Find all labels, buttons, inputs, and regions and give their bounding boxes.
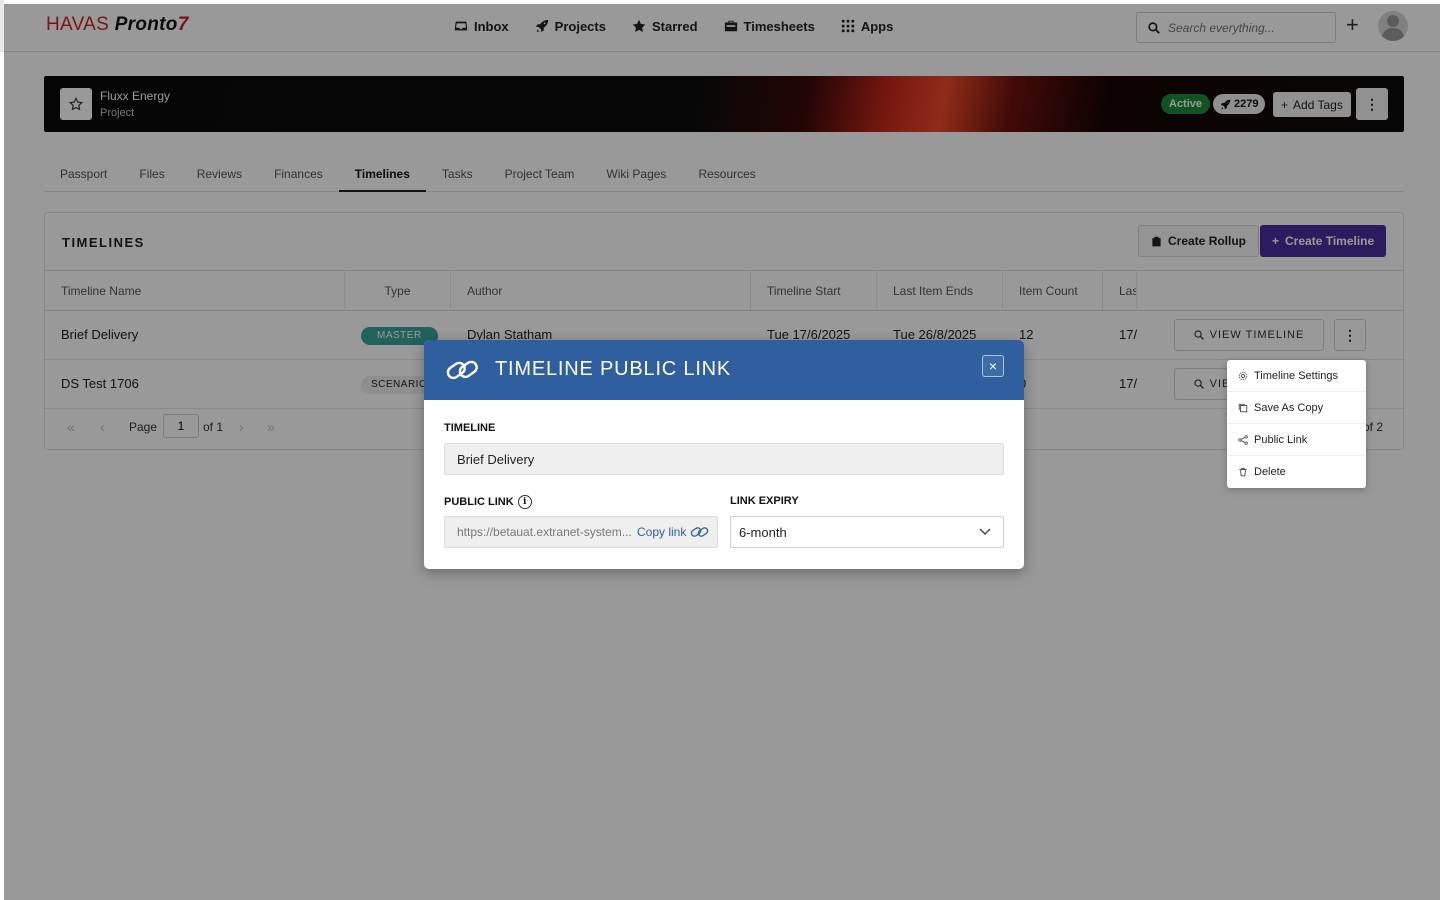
public-link-url: https://betauat.extranet-system... [457,525,632,539]
gear-icon [1238,371,1248,380]
copy-link-icon[interactable] [690,525,710,539]
close-button[interactable]: × [982,355,1004,377]
timeline-field-label: TIMELINE [444,422,495,434]
link-expiry-value: 6-month [739,524,787,540]
modal-title: TIMELINE PUBLIC LINK [495,358,732,380]
trash-icon [1239,467,1247,477]
public-link-modal: TIMELINE PUBLIC LINK × TIMELINE PUBLIC L… [424,340,1024,569]
copy-icon [1238,403,1248,412]
menu-item-label: Save As Copy [1254,401,1324,414]
row-actions-menu: Timeline Settings Save As Copy Public Li… [1227,360,1366,488]
menu-item-save-as-copy[interactable]: Save As Copy [1227,392,1366,424]
info-icon[interactable]: i [517,495,532,509]
chevron-down-icon [979,528,991,535]
link-expiry-label: LINK EXPIRY [730,495,799,507]
menu-item-label: Public Link [1254,433,1308,446]
menu-item-public-link[interactable]: Public Link [1227,424,1366,456]
link-expiry-label-text: LINK EXPIRY [730,495,799,507]
menu-item-timeline-settings[interactable]: Timeline Settings [1227,360,1366,392]
public-link-field[interactable]: https://betauat.extranet-system... Copy … [444,516,718,548]
share-icon [1238,434,1248,445]
copy-link-button[interactable]: Copy link [637,525,686,539]
menu-item-label: Timeline Settings [1254,369,1338,382]
public-link-label-text: PUBLIC LINK [444,496,514,508]
menu-item-label: Delete [1254,466,1286,478]
timeline-field[interactable] [444,443,1004,475]
link-icon [446,360,478,380]
link-expiry-select[interactable]: 6-month [730,516,1004,548]
timeline-label-text: TIMELINE [444,422,496,434]
public-link-label: PUBLIC LINK i [444,495,532,509]
menu-item-delete[interactable]: Delete [1227,456,1366,488]
close-icon: × [988,358,998,374]
modal-header: TIMELINE PUBLIC LINK × [424,340,1024,400]
